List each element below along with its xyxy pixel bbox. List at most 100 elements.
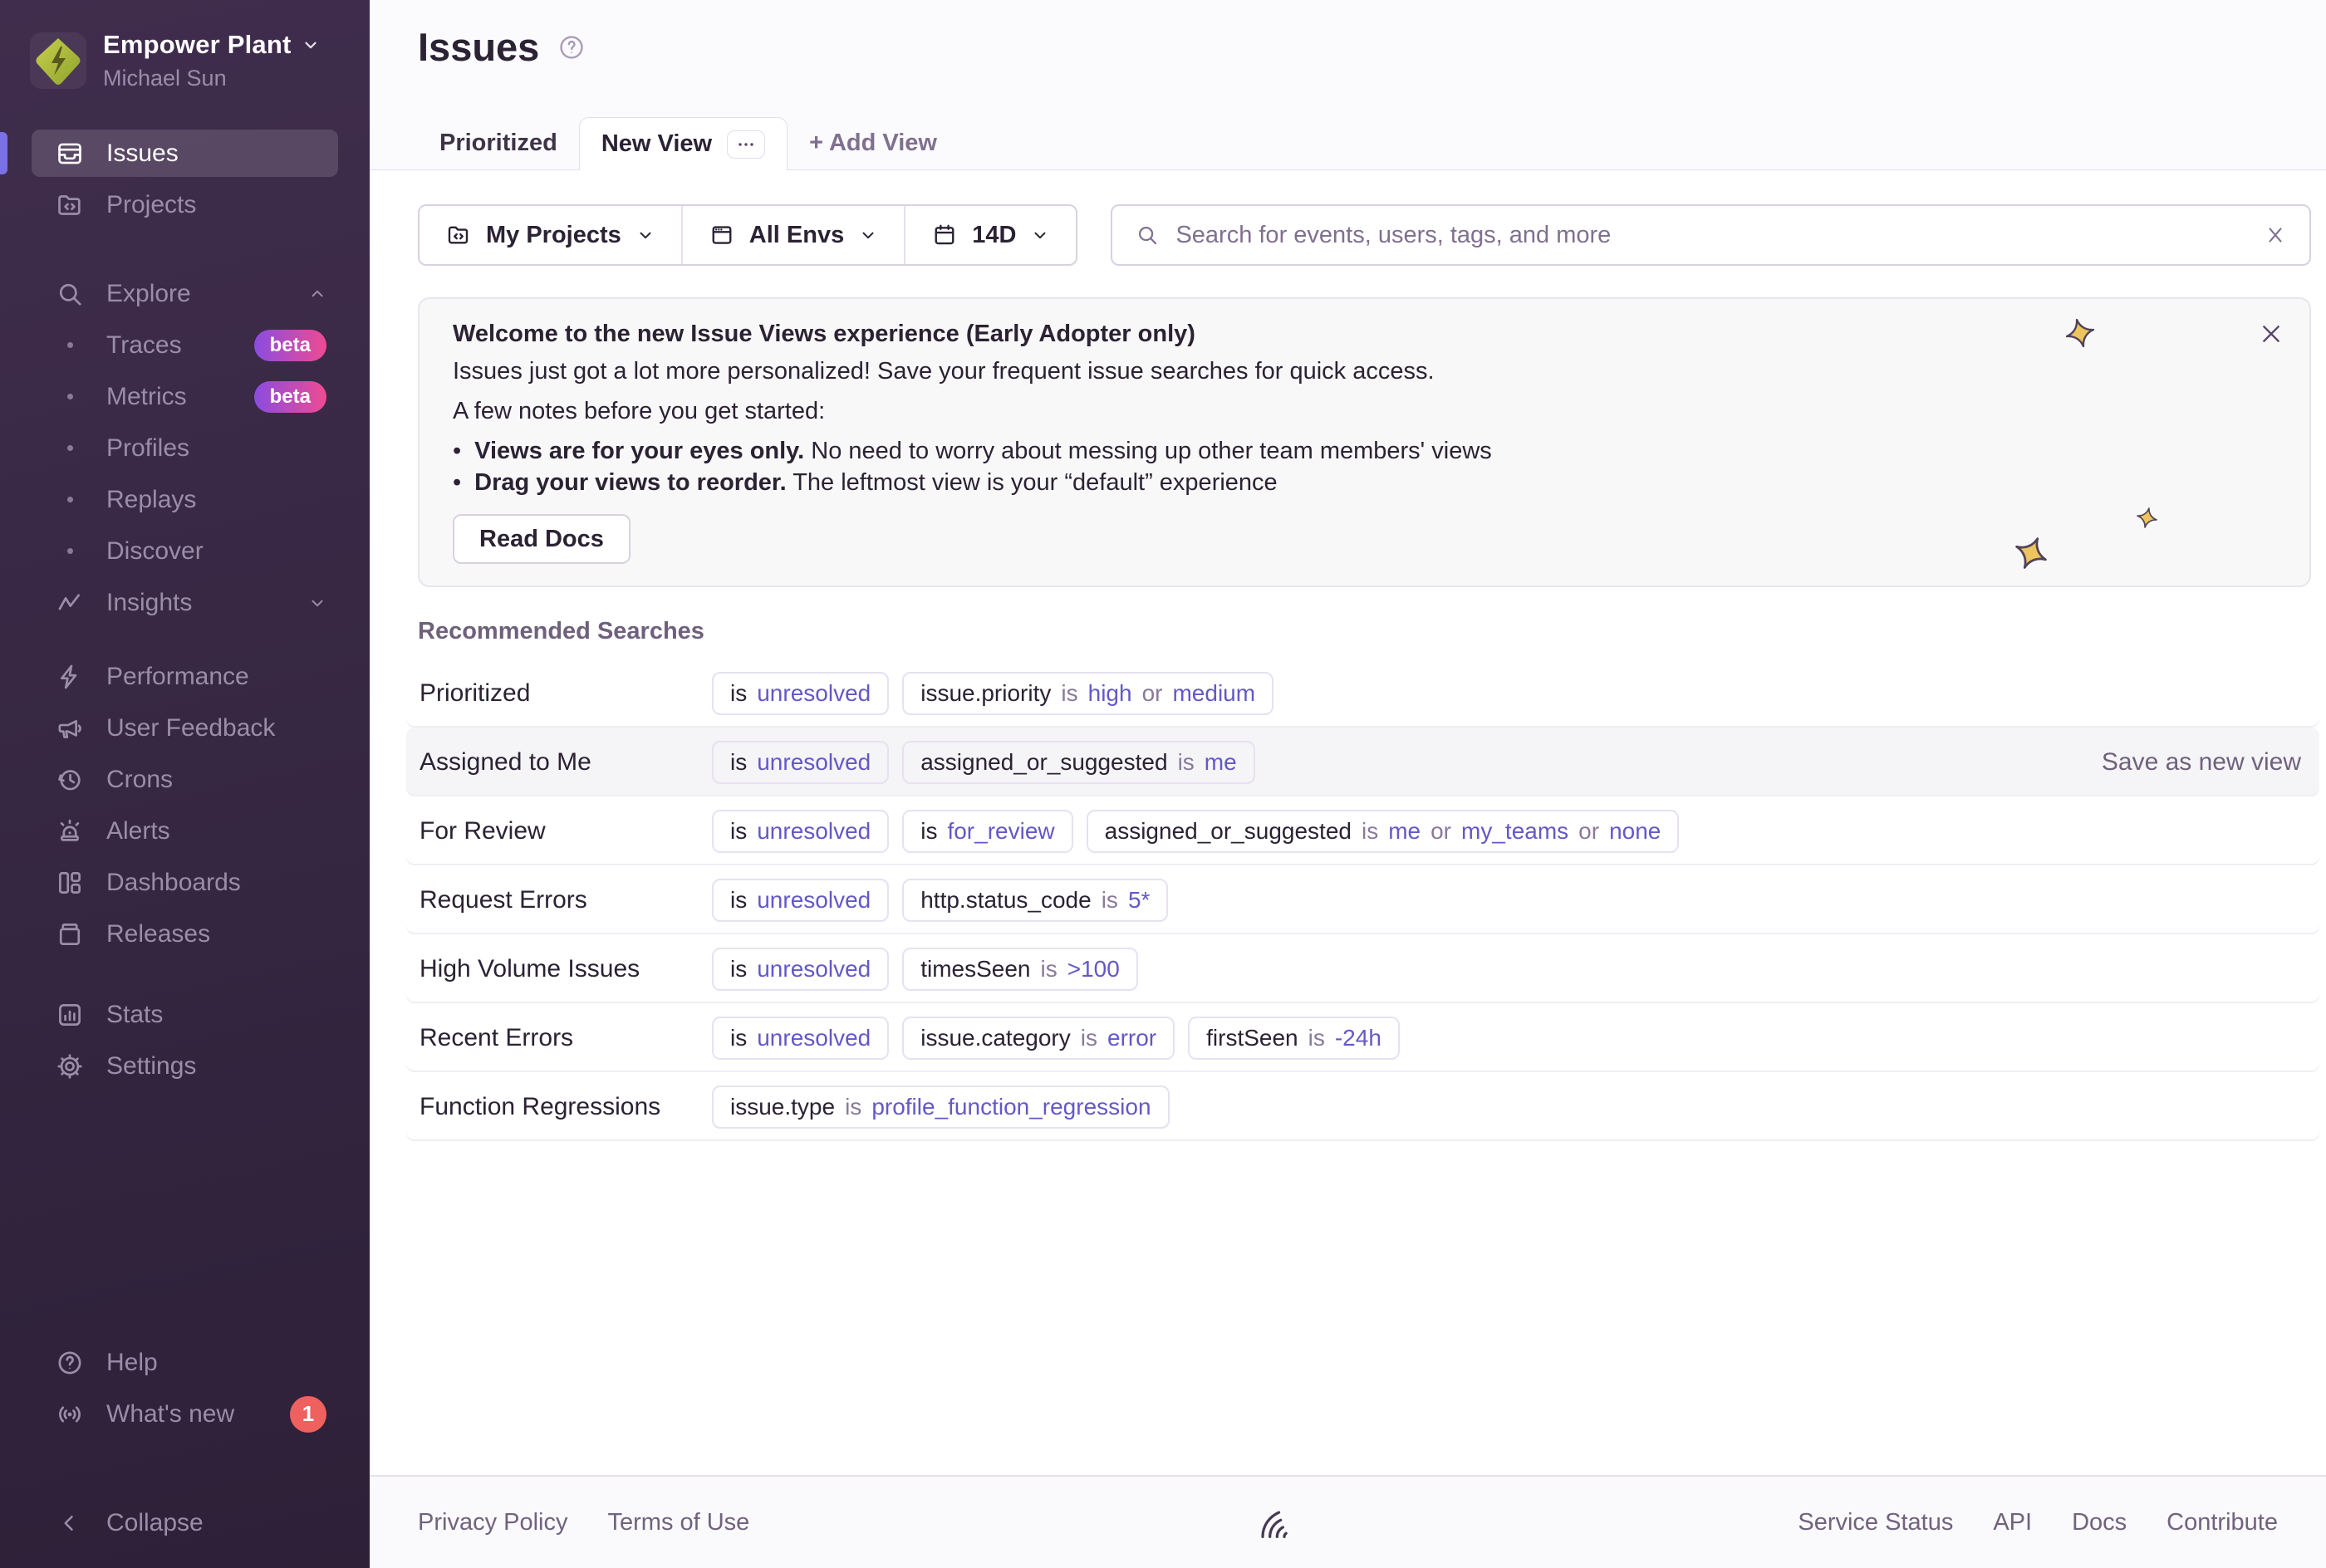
sidebar-item-stats[interactable]: Stats — [32, 991, 338, 1038]
bullet-icon — [55, 434, 85, 463]
footer-right-links: Service Status API Docs Contribute — [1798, 1509, 2278, 1536]
sidebar-item-label: Discover — [106, 537, 204, 566]
search-row-tokens: isunresolvedisfor_reviewassigned_or_sugg… — [712, 810, 1679, 853]
add-view-button[interactable]: + Add View — [788, 116, 959, 169]
page-help-icon[interactable] — [557, 33, 586, 61]
sidebar-item-profiles[interactable]: Profiles — [32, 424, 338, 472]
project-filter-label: My Projects — [486, 222, 621, 249]
tab-prioritized[interactable]: Prioritized — [418, 116, 579, 169]
contribute-link[interactable]: Contribute — [2167, 1509, 2278, 1536]
sidebar-item-label: Insights — [106, 589, 192, 617]
clear-search-icon[interactable] — [2265, 224, 2286, 246]
search-row[interactable]: Prioritizedisunresolvedissue.priorityish… — [406, 659, 2319, 728]
chevron-down-icon — [308, 594, 326, 612]
filter-token: isunresolved — [712, 1017, 889, 1060]
service-status-link[interactable]: Service Status — [1798, 1509, 1953, 1536]
sidebar-item-label: User Feedback — [106, 714, 275, 742]
insights-icon — [55, 588, 85, 618]
page-header: Issues — [370, 0, 2326, 70]
banner-notes-intro: A few notes before you get started: — [453, 394, 2276, 428]
sidebar-item-help[interactable]: Help — [32, 1339, 338, 1386]
api-link[interactable]: API — [1993, 1509, 2032, 1536]
search-row-label: Recent Errors — [420, 1024, 712, 1052]
tab-label: New View — [601, 130, 712, 158]
view-tabs: Prioritized New View + Add View — [370, 116, 2326, 170]
search-row[interactable]: Function Regressionsissue.typeisprofile_… — [406, 1072, 2319, 1141]
sidebar-item-metrics[interactable]: Metrics beta — [32, 373, 338, 420]
docs-link[interactable]: Docs — [2072, 1509, 2127, 1536]
sidebar-item-label: Metrics — [106, 383, 187, 411]
privacy-policy-link[interactable]: Privacy Policy — [418, 1509, 568, 1536]
sidebar-item-insights[interactable]: Insights — [32, 579, 338, 626]
megaphone-icon — [55, 713, 85, 743]
gear-icon — [55, 1051, 85, 1081]
sidebar-collapse-button[interactable]: Collapse — [32, 1499, 338, 1546]
environment-filter[interactable]: All Envs — [681, 206, 904, 264]
tab-options-button[interactable] — [727, 130, 765, 159]
sidebar-item-label: Alerts — [106, 817, 170, 845]
sidebar-item-settings[interactable]: Settings — [32, 1042, 338, 1090]
search-row[interactable]: Recent Errorsisunresolved issue.categoryi… — [406, 1003, 2319, 1072]
search-icon — [1136, 223, 1159, 247]
bullet-dot: • — [453, 435, 461, 467]
org-name: Empower Plant — [103, 30, 292, 60]
search-bar[interactable] — [1111, 204, 2311, 266]
sidebar-item-user-feedback[interactable]: User Feedback — [32, 704, 338, 752]
main-content: Issues Prioritized New View + Add View M… — [370, 0, 2326, 1568]
filter-token: isfor_review — [902, 810, 1072, 853]
nav-gap — [32, 962, 338, 987]
sidebar-item-label: Performance — [106, 663, 249, 691]
page-filter-group: My Projects All Envs 14D — [418, 204, 1077, 266]
search-row-label: High Volume Issues — [420, 955, 712, 983]
active-indicator — [0, 132, 7, 174]
search-icon — [55, 279, 85, 309]
terms-of-use-link[interactable]: Terms of Use — [608, 1509, 750, 1536]
date-range-filter[interactable]: 14D — [904, 206, 1076, 264]
search-rows: Prioritizedisunresolvedissue.priorityish… — [406, 659, 2319, 1141]
banner-bullet: • Views are for your eyes only. No need … — [453, 435, 2276, 467]
chevron-down-icon — [859, 226, 877, 244]
issues-icon — [55, 139, 85, 169]
sidebar-item-traces[interactable]: Traces beta — [32, 321, 338, 369]
sidebar-item-explore[interactable]: Explore — [32, 270, 338, 317]
help-icon — [55, 1348, 85, 1378]
bullet-icon — [55, 537, 85, 566]
sidebar-item-whats-new[interactable]: What's new 1 — [32, 1390, 338, 1438]
sentry-logo — [1252, 1501, 1295, 1544]
tab-new-view[interactable]: New View — [579, 117, 788, 170]
sidebar-item-label: What's new — [106, 1400, 234, 1428]
bullet-icon — [55, 331, 85, 360]
search-row-tokens: issue.typeisprofile_function_regression — [712, 1085, 1170, 1129]
sidebar-item-label: Issues — [106, 140, 179, 168]
tab-label: Prioritized — [439, 130, 557, 157]
sidebar-item-replays[interactable]: Replays — [32, 476, 338, 523]
sidebar-item-discover[interactable]: Discover — [32, 527, 338, 575]
sidebar-item-projects[interactable]: Projects — [32, 181, 338, 228]
search-row[interactable]: For Reviewisunresolvedisfor_reviewassign… — [406, 796, 2319, 865]
read-docs-button[interactable]: Read Docs — [453, 514, 631, 564]
search-row[interactable]: High Volume IssuesisunresolvedtimesSeeni… — [406, 934, 2319, 1003]
sidebar-item-label: Profiles — [106, 434, 189, 463]
filter-token: issue.categoryiserror — [902, 1017, 1175, 1060]
banner-close-icon[interactable] — [2258, 321, 2284, 347]
search-row[interactable]: Request Errorsisunresolvedhttp.status_co… — [406, 865, 2319, 934]
sidebar-item-crons[interactable]: Crons — [32, 756, 338, 803]
search-input[interactable] — [1175, 222, 2248, 249]
sidebar-item-issues[interactable]: Issues — [32, 130, 338, 177]
sparkle-icon — [2007, 529, 2055, 577]
sidebar-item-label: Collapse — [106, 1509, 204, 1537]
sidebar-item-label: Explore — [106, 280, 191, 308]
projects-icon — [55, 190, 85, 220]
sidebar-item-alerts[interactable]: Alerts — [32, 807, 338, 855]
save-as-new-view-link[interactable]: Save as new view — [2102, 748, 2301, 777]
org-logo-icon — [30, 32, 86, 89]
search-row-tokens: isunresolvedtimesSeenis>100 — [712, 948, 1138, 991]
sidebar-item-label: Stats — [106, 1001, 163, 1029]
project-filter[interactable]: My Projects — [420, 206, 681, 264]
sidebar-item-performance[interactable]: Performance — [32, 653, 338, 700]
org-switcher[interactable]: Empower Plant Michael Sun — [0, 30, 370, 91]
sidebar-item-dashboards[interactable]: Dashboards — [32, 859, 338, 906]
filter-token: assigned_or_suggestedisme — [902, 741, 1254, 784]
sidebar-item-releases[interactable]: Releases — [32, 910, 338, 958]
search-row[interactable]: Assigned to Meisunresolvedassigned_or_su… — [406, 728, 2319, 796]
